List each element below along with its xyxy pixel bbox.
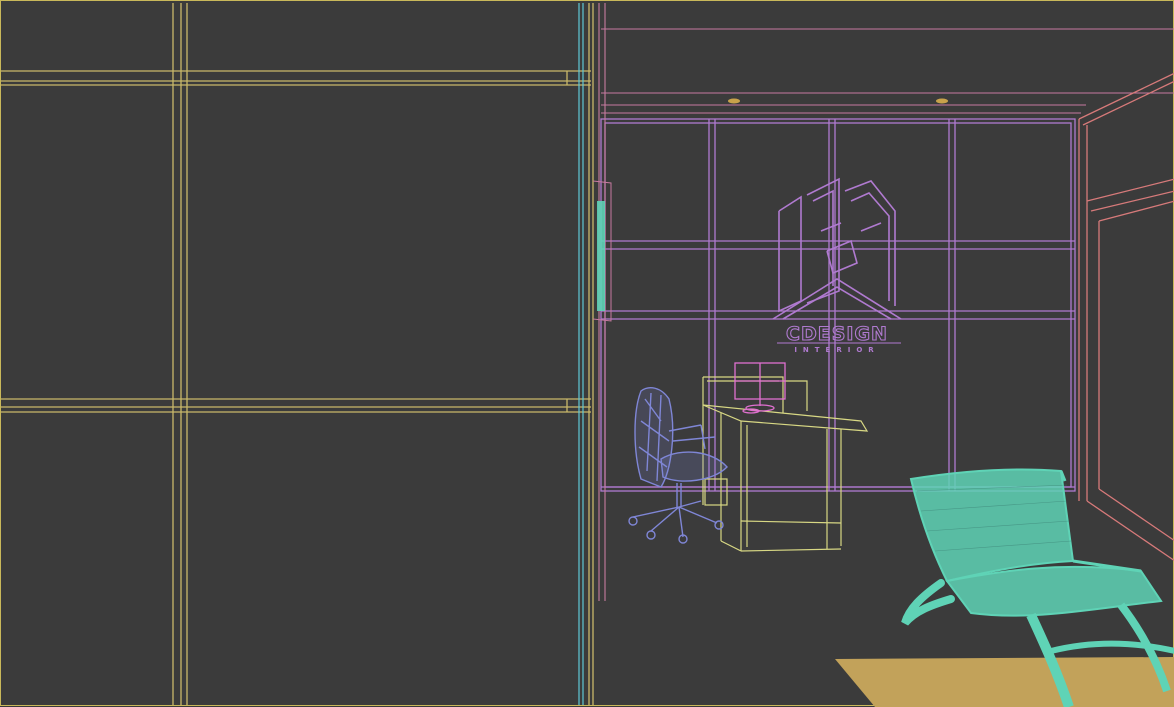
logo-brand: CDESIGN (786, 323, 888, 345)
glass-edge (578, 3, 584, 705)
office-chair (628, 387, 728, 544)
floor-rug (835, 657, 1174, 707)
ceiling-lines (601, 28, 1174, 114)
ceiling-downlights (728, 98, 948, 104)
office-desk (702, 376, 869, 552)
right-wall (1078, 72, 1174, 562)
monitor-icon (734, 362, 786, 414)
window-frame (1, 3, 594, 705)
logo-subtitle: INTERIOR (794, 346, 879, 354)
wall-mount-left (592, 180, 612, 322)
wireframe-scene: CDESIGN INTERIOR (1, 3, 1174, 707)
3d-wireframe-viewport[interactable]: CDESIGN INTERIOR (0, 0, 1174, 707)
